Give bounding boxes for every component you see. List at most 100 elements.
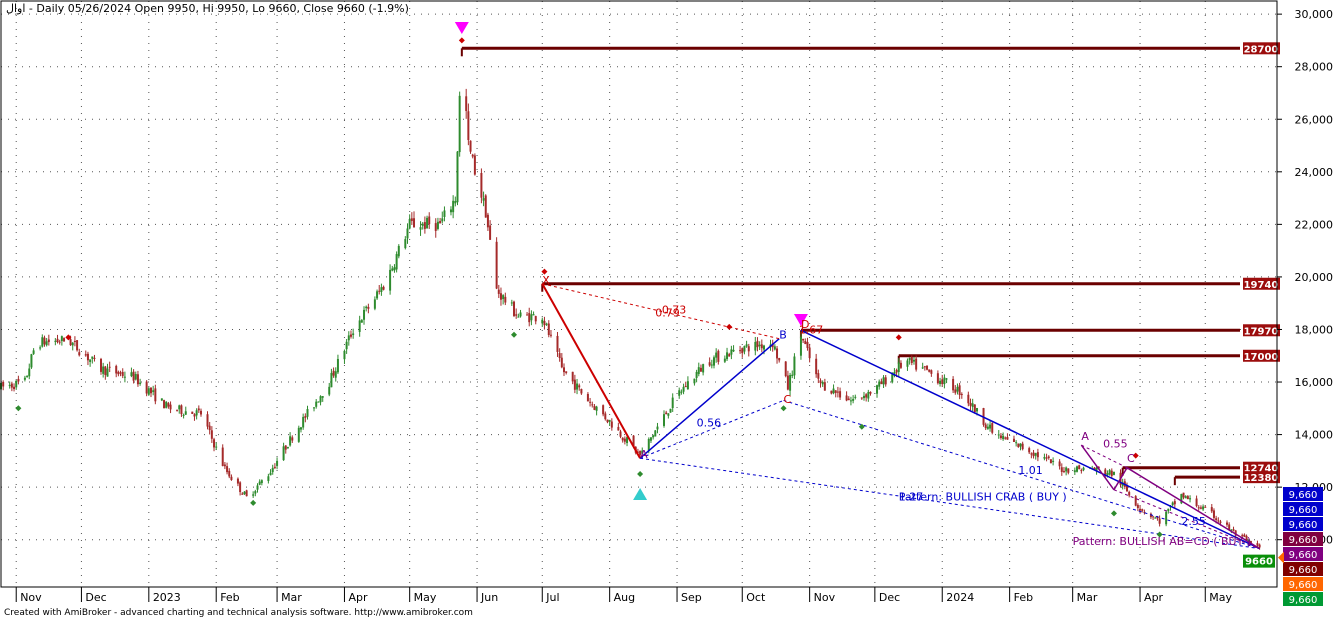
- candle-body: [976, 408, 979, 412]
- candle-body: [832, 388, 835, 394]
- candle-body: [1062, 470, 1065, 472]
- candle-body: [191, 411, 194, 414]
- candle-body: [71, 342, 74, 346]
- candle-body: [1226, 522, 1229, 525]
- candle-body: [421, 223, 424, 226]
- candle-body: [347, 335, 350, 341]
- candle-body: [393, 267, 396, 271]
- candle-body: [1128, 491, 1131, 496]
- candle-body: [1210, 507, 1213, 512]
- candle-body: [91, 356, 94, 359]
- candle-body: [167, 403, 170, 407]
- x-month-label: Nov: [814, 591, 836, 604]
- x-month-label: Apr: [348, 591, 368, 604]
- candle-body: [39, 347, 42, 349]
- candle-body: [465, 96, 468, 112]
- candle-body: [852, 398, 855, 401]
- candle-body: [1167, 508, 1170, 512]
- candle-body: [971, 403, 974, 407]
- candle-body: [349, 334, 352, 337]
- candle-body: [260, 480, 263, 484]
- candle-body: [145, 381, 148, 394]
- pattern-annotation: 0.56: [697, 417, 722, 430]
- candle-body: [443, 210, 446, 217]
- x-month-label: Mar: [1077, 591, 1098, 604]
- y-tick-label: 14,000: [1295, 429, 1334, 442]
- candle-body: [515, 314, 518, 316]
- candle-body: [880, 381, 883, 385]
- candle-body: [708, 362, 711, 366]
- candle-body: [732, 349, 735, 352]
- right-price-label: 9,660: [1289, 565, 1318, 576]
- candle-body: [973, 404, 976, 413]
- candle-body: [897, 362, 900, 372]
- candle-body: [208, 425, 211, 431]
- candle-body: [565, 371, 568, 373]
- candle-body: [869, 391, 872, 394]
- candle-body: [999, 435, 1002, 439]
- y-tick-label: 30,000: [1295, 8, 1334, 21]
- candle-body: [593, 405, 596, 410]
- candle-body: [906, 360, 909, 367]
- candle-body: [532, 314, 535, 316]
- candle-body: [778, 358, 781, 361]
- candle-body: [1212, 510, 1215, 518]
- candle-body: [739, 350, 742, 352]
- candle-body: [899, 362, 902, 368]
- candle-body: [223, 464, 226, 467]
- candle-body: [397, 245, 400, 257]
- right-price-label: 9,660: [1289, 580, 1318, 591]
- candle-body: [960, 394, 963, 396]
- candle-body: [617, 426, 620, 431]
- candle-body: [132, 371, 135, 381]
- candle-body: [245, 490, 248, 497]
- candle-body: [793, 356, 796, 376]
- candle-body: [623, 438, 626, 442]
- candle-body: [693, 378, 696, 384]
- candle-body: [608, 419, 611, 422]
- candle-body: [134, 374, 137, 380]
- candle-body: [1073, 470, 1076, 473]
- candle-body: [867, 391, 870, 399]
- candle-body: [452, 200, 455, 213]
- candle-body: [10, 383, 13, 388]
- candle-body: [226, 466, 229, 473]
- pattern-name: Pattern: BULLISH AB=CD ( BUY ): [1073, 535, 1251, 548]
- candle-body: [895, 369, 898, 373]
- candle-body: [304, 416, 307, 418]
- candle-body: [756, 340, 759, 348]
- candle-body: [865, 394, 868, 398]
- candle-body: [878, 381, 881, 387]
- candle-body: [745, 344, 748, 347]
- candle-body: [467, 111, 470, 141]
- pattern-annotation: 0.79: [655, 306, 680, 319]
- candle-body: [343, 350, 346, 360]
- candle-body: [17, 378, 20, 382]
- candle-body: [884, 377, 887, 385]
- candle-body: [1017, 443, 1020, 447]
- candle-body: [123, 376, 126, 378]
- candle-body: [215, 446, 218, 448]
- candle-body: [1108, 470, 1111, 475]
- candle-body: [413, 218, 416, 228]
- candle-body: [669, 408, 672, 413]
- candle-body: [13, 386, 16, 390]
- candle-body: [1002, 435, 1005, 440]
- y-tick-label: 24,000: [1295, 166, 1334, 179]
- candle-body: [619, 431, 622, 437]
- right-price-label: 9,660: [1289, 535, 1318, 546]
- candle-body: [321, 396, 324, 398]
- candle-body: [469, 140, 472, 152]
- candle-body: [621, 437, 624, 441]
- candle-body: [1049, 459, 1052, 464]
- candle-body: [1204, 506, 1207, 508]
- candle-body: [236, 478, 239, 484]
- candle-body: [423, 222, 426, 229]
- level-label: 28700: [1244, 44, 1279, 55]
- candle-body: [69, 339, 72, 346]
- y-tick-label: 16,000: [1295, 376, 1334, 389]
- candle-body: [1076, 466, 1079, 472]
- candle-body: [136, 374, 139, 385]
- candle-body: [243, 491, 246, 495]
- candle-body: [41, 337, 44, 347]
